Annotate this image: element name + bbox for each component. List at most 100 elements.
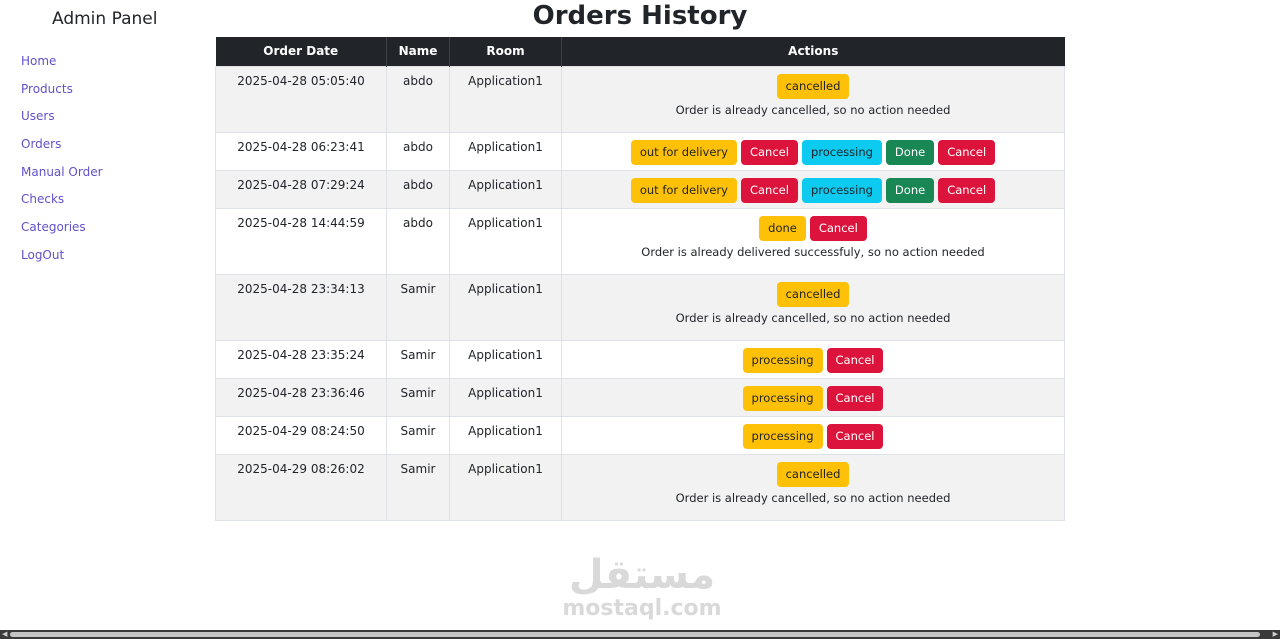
cell-name: abdo <box>386 65 450 133</box>
sidebar-item-products: Products <box>21 79 103 107</box>
cancel-delivery-button[interactable]: Cancel <box>740 177 798 203</box>
mostaql-watermark: مستقل mostaql.com <box>562 553 722 621</box>
table-header-row: Order Date Name Room Actions <box>215 37 1065 66</box>
processing-button[interactable]: processing <box>742 385 823 411</box>
cell-actions: out for delivery Cancel processing Done … <box>561 169 1065 209</box>
cell-room: Application1 <box>449 169 562 209</box>
sidebar-item-home: Home <box>21 51 103 79</box>
cell-room: Application1 <box>449 273 562 341</box>
action-buttons: out for delivery Cancel processing Done … <box>562 177 1064 203</box>
cancel-order-button[interactable]: Cancel <box>826 423 884 449</box>
scroll-left-icon[interactable]: ◀ <box>2 630 7 639</box>
column-header-order-date: Order Date <box>215 37 387 66</box>
cancel-order-button[interactable]: Cancel <box>826 347 884 373</box>
sidebar-item-logout: LogOut <box>21 245 103 273</box>
cell-room: Application1 <box>449 207 562 275</box>
processing-button[interactable]: processing <box>742 347 823 373</box>
status-cancelled-button[interactable]: cancelled <box>776 461 850 487</box>
status-done-button[interactable]: done <box>759 215 806 241</box>
cell-room: Application1 <box>449 415 562 455</box>
column-header-actions: Actions <box>561 37 1065 66</box>
cell-name: abdo <box>386 169 450 209</box>
action-message: Order is already cancelled, so no action… <box>675 310 951 325</box>
done-button[interactable]: Done <box>885 139 935 165</box>
cancel-delivery-button[interactable]: Cancel <box>740 139 798 165</box>
action-buttons: done Cancel <box>562 215 1064 241</box>
action-buttons: cancelled <box>562 461 1064 487</box>
page-title: Orders History <box>532 1 748 31</box>
sidebar-link-manual-order[interactable]: Manual Order <box>21 165 103 179</box>
cell-name: Samir <box>386 415 450 455</box>
cell-room: Application1 <box>449 453 562 521</box>
cell-actions: out for delivery Cancel processing Done … <box>561 131 1065 171</box>
status-cancelled-button[interactable]: cancelled <box>776 281 850 307</box>
action-buttons: processing Cancel <box>562 347 1064 373</box>
scrollbar-thumb[interactable] <box>10 632 1260 637</box>
table-row: 2025-04-28 07:29:24 abdo Application1 ou… <box>215 169 1065 209</box>
column-header-name: Name <box>386 37 450 66</box>
horizontal-scrollbar[interactable]: ◀ ▶ <box>0 630 1280 639</box>
cell-actions: cancelled Order is already cancelled, so… <box>561 65 1065 133</box>
action-buttons: cancelled <box>562 281 1064 307</box>
cancel-order-button[interactable]: Cancel <box>938 139 996 165</box>
table-row: 2025-04-28 14:44:59 abdo Application1 do… <box>215 207 1065 275</box>
sidebar-nav: Home Products Users Orders Manual Order … <box>21 51 103 273</box>
sidebar-link-products[interactable]: Products <box>21 82 73 96</box>
sidebar-link-logout[interactable]: LogOut <box>21 248 64 262</box>
table-row: 2025-04-28 23:35:24 Samir Application1 p… <box>215 339 1065 379</box>
scroll-right-icon[interactable]: ▶ <box>1273 630 1278 639</box>
processing-button[interactable]: processing <box>801 139 882 165</box>
action-buttons: processing Cancel <box>562 423 1064 449</box>
sidebar-item-orders: Orders <box>21 134 103 162</box>
cell-actions: cancelled Order is already cancelled, so… <box>561 453 1065 521</box>
cell-room: Application1 <box>449 131 562 171</box>
processing-button[interactable]: processing <box>801 177 882 203</box>
cell-order-date: 2025-04-28 05:05:40 <box>215 65 387 133</box>
cell-name: Samir <box>386 453 450 521</box>
sidebar-link-checks[interactable]: Checks <box>21 192 64 206</box>
cell-actions: processing Cancel <box>561 415 1065 455</box>
cell-actions: processing Cancel <box>561 377 1065 417</box>
sidebar-link-users[interactable]: Users <box>21 109 55 123</box>
table-row: 2025-04-28 06:23:41 abdo Application1 ou… <box>215 131 1065 171</box>
cell-room: Application1 <box>449 65 562 133</box>
cell-name: Samir <box>386 377 450 417</box>
sidebar-item-manual-order: Manual Order <box>21 162 103 190</box>
cell-order-date: 2025-04-28 23:34:13 <box>215 273 387 341</box>
sidebar-link-orders[interactable]: Orders <box>21 137 61 151</box>
table-row: 2025-04-28 23:34:13 Samir Application1 c… <box>215 273 1065 341</box>
action-buttons: cancelled <box>562 73 1064 99</box>
column-header-room: Room <box>449 37 562 66</box>
cell-room: Application1 <box>449 339 562 379</box>
cell-room: Application1 <box>449 377 562 417</box>
cancel-order-button[interactable]: Cancel <box>938 177 996 203</box>
processing-button[interactable]: processing <box>742 423 823 449</box>
sidebar-brand: Admin Panel <box>52 9 158 29</box>
cell-order-date: 2025-04-28 06:23:41 <box>215 131 387 171</box>
watermark-latin: mostaql.com <box>562 596 722 621</box>
cancel-order-button[interactable]: Cancel <box>826 385 884 411</box>
sidebar-item-users: Users <box>21 106 103 134</box>
orders-table: Order Date Name Room Actions 2025-04-28 … <box>215 37 1065 521</box>
out-for-delivery-button[interactable]: out for delivery <box>630 139 737 165</box>
cancel-order-button[interactable]: Cancel <box>809 215 867 241</box>
cell-order-date: 2025-04-28 23:36:46 <box>215 377 387 417</box>
sidebar-link-categories[interactable]: Categories <box>21 220 86 234</box>
done-button[interactable]: Done <box>885 177 935 203</box>
cell-order-date: 2025-04-29 08:26:02 <box>215 453 387 521</box>
table-row: 2025-04-29 08:24:50 Samir Application1 p… <box>215 415 1065 455</box>
table-row: 2025-04-28 23:36:46 Samir Application1 p… <box>215 377 1065 417</box>
table-row: 2025-04-28 05:05:40 abdo Application1 ca… <box>215 65 1065 133</box>
watermark-arabic: مستقل <box>568 552 716 598</box>
cell-name: Samir <box>386 273 450 341</box>
sidebar-link-home[interactable]: Home <box>21 54 56 68</box>
cell-name: abdo <box>386 207 450 275</box>
status-cancelled-button[interactable]: cancelled <box>776 73 850 99</box>
action-message: Order is already cancelled, so no action… <box>675 490 951 505</box>
cell-actions: cancelled Order is already cancelled, so… <box>561 273 1065 341</box>
sidebar-item-checks: Checks <box>21 189 103 217</box>
cell-name: abdo <box>386 131 450 171</box>
cell-actions: done Cancel Order is already delivered s… <box>561 207 1065 275</box>
cell-order-date: 2025-04-29 08:24:50 <box>215 415 387 455</box>
out-for-delivery-button[interactable]: out for delivery <box>630 177 737 203</box>
